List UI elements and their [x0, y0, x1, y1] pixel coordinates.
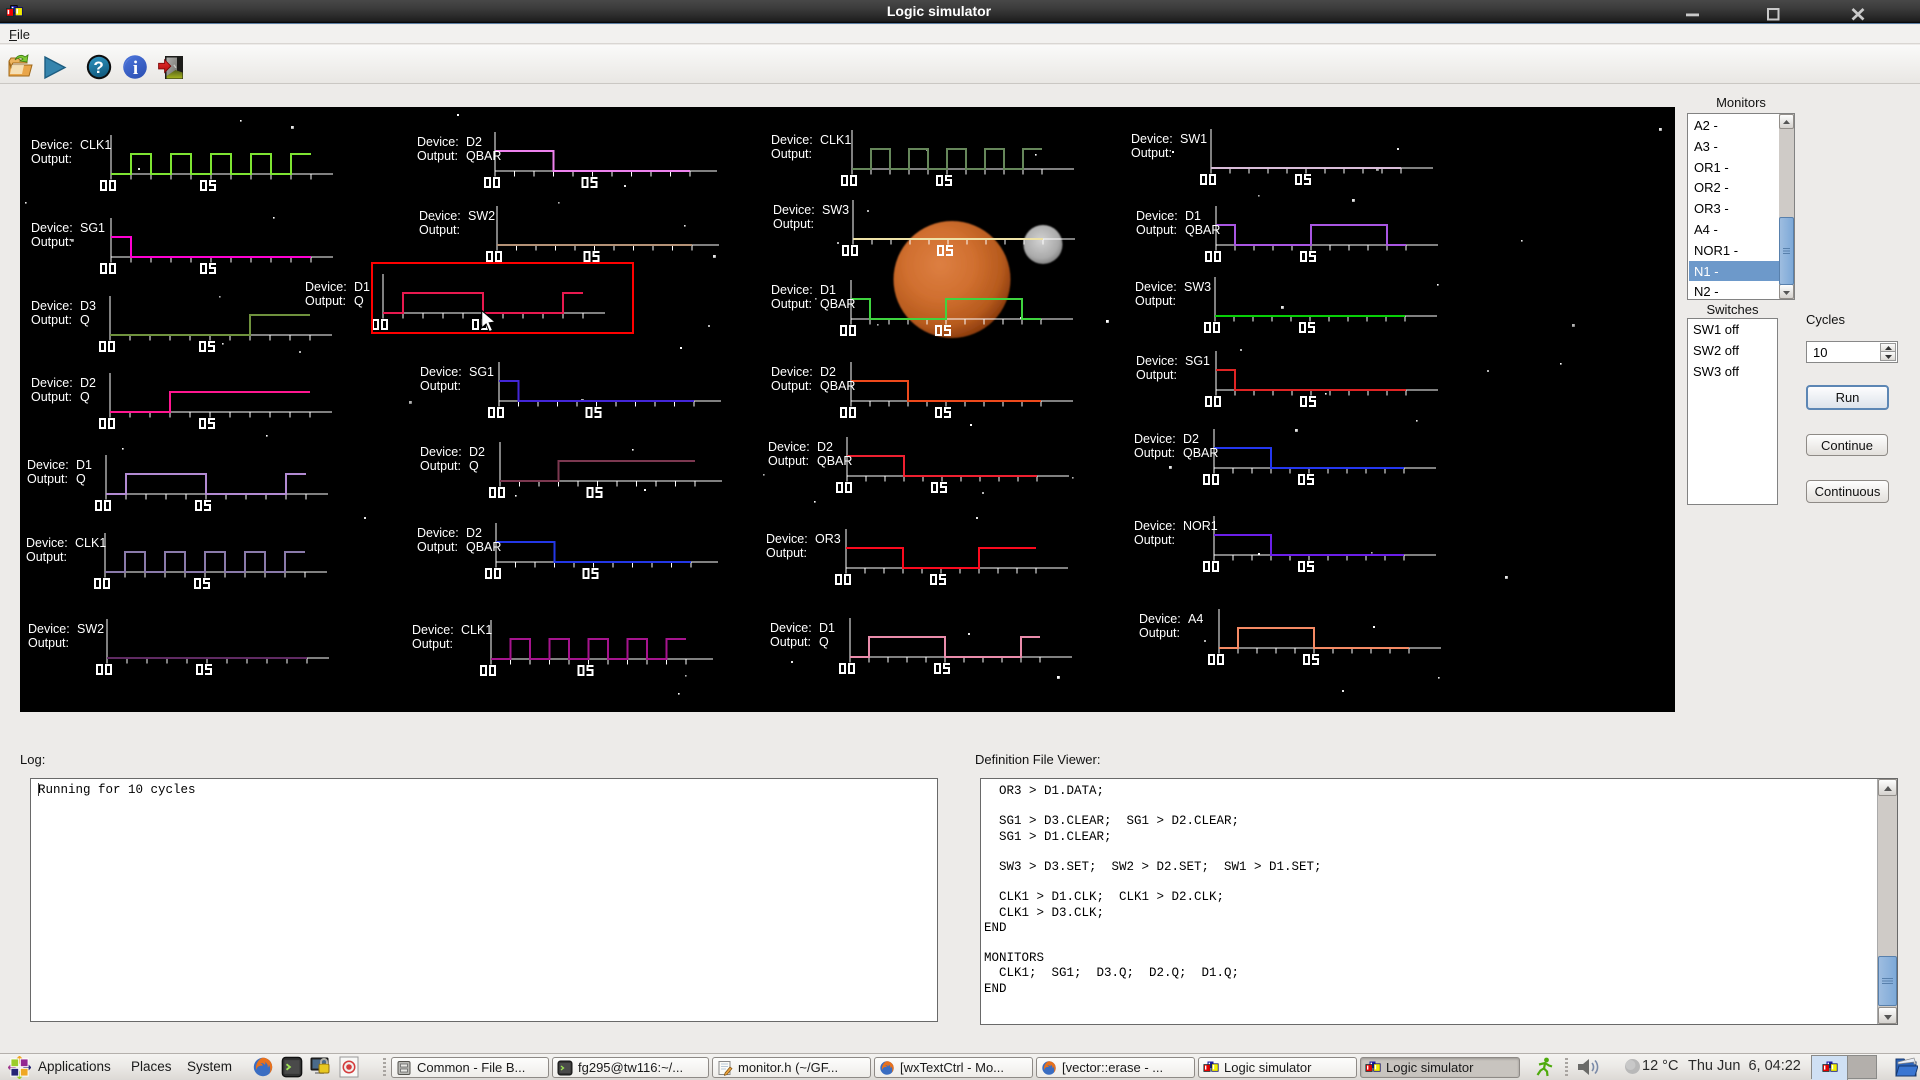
svg-text:D2: D2 [1183, 432, 1199, 446]
svg-text:Device:: Device: [771, 283, 813, 297]
svg-text:D1: D1 [819, 621, 835, 635]
svg-text:Q: Q [819, 635, 829, 649]
svg-text:Output:: Output: [1131, 146, 1172, 160]
svg-text:D2: D2 [469, 445, 485, 459]
svg-text:Output:: Output: [26, 550, 67, 564]
svg-text:Device:: Device: [412, 623, 454, 637]
svg-text:i: i [133, 58, 138, 79]
svg-text:QBAR: QBAR [820, 297, 855, 311]
svg-text:Output:: Output: [420, 459, 461, 473]
svg-text:SW3: SW3 [822, 203, 849, 217]
svg-text:D1: D1 [76, 458, 92, 472]
svg-text:Device:: Device: [420, 445, 462, 459]
svg-text:Output:: Output: [31, 152, 72, 166]
svg-text:D2: D2 [466, 135, 482, 149]
svg-text:D2: D2 [817, 440, 833, 454]
svg-text:QBAR: QBAR [817, 454, 852, 468]
svg-text:Q: Q [80, 390, 90, 404]
svg-text:Output:: Output: [770, 635, 811, 649]
svg-text:Output:: Output: [412, 637, 453, 651]
svg-text:Device:: Device: [1135, 280, 1177, 294]
svg-text:Device:: Device: [27, 458, 69, 472]
svg-text:OR3: OR3 [815, 532, 841, 546]
svg-text:D1: D1 [354, 280, 370, 294]
svg-text:Device:: Device: [305, 280, 347, 294]
svg-text:QBAR: QBAR [1185, 223, 1220, 237]
svg-text:QBAR: QBAR [466, 540, 501, 554]
svg-text:Q: Q [80, 313, 90, 327]
svg-text:CLK1: CLK1 [461, 623, 492, 637]
svg-text:A4: A4 [1188, 612, 1203, 626]
svg-text:QBAR: QBAR [1183, 446, 1218, 460]
svg-text:D2: D2 [80, 376, 96, 390]
svg-text:Output:: Output: [305, 294, 346, 308]
svg-text:Device:: Device: [1136, 209, 1178, 223]
svg-text:QBAR: QBAR [820, 379, 855, 393]
svg-text:Device:: Device: [419, 209, 461, 223]
svg-text:Device:: Device: [26, 536, 68, 550]
svg-text:Device:: Device: [31, 299, 73, 313]
svg-text:CLK1: CLK1 [80, 138, 111, 152]
svg-text:Device:: Device: [31, 138, 73, 152]
svg-text:D1: D1 [820, 283, 836, 297]
svg-text:?: ? [93, 58, 103, 77]
svg-text:Output:: Output: [31, 390, 72, 404]
svg-text:Device:: Device: [1131, 132, 1173, 146]
svg-text:Output:: Output: [28, 636, 69, 650]
svg-text:NOR1: NOR1 [1183, 519, 1218, 533]
svg-text:SG1: SG1 [80, 221, 105, 235]
svg-text:D3: D3 [80, 299, 96, 313]
svg-text:D2: D2 [820, 365, 836, 379]
svg-text:SG1: SG1 [1185, 354, 1210, 368]
svg-text:CLK1: CLK1 [75, 536, 106, 550]
svg-text:Device:: Device: [768, 440, 810, 454]
svg-text:Output:: Output: [773, 217, 814, 231]
svg-text:Output:: Output: [417, 149, 458, 163]
svg-text:Output:: Output: [31, 313, 72, 327]
svg-text:Output:: Output: [1134, 533, 1175, 547]
svg-text:Output:: Output: [771, 147, 812, 161]
svg-text:Output:: Output: [27, 472, 68, 486]
svg-text:SW2: SW2 [468, 209, 495, 223]
svg-text:Device:: Device: [766, 532, 808, 546]
svg-text:Output:: Output: [1134, 446, 1175, 460]
svg-text:Device:: Device: [1139, 612, 1181, 626]
svg-text:Output:: Output: [1135, 294, 1176, 308]
svg-text:SW1: SW1 [1180, 132, 1207, 146]
svg-text:QBAR: QBAR [466, 149, 501, 163]
svg-text:Output:: Output: [771, 379, 812, 393]
svg-text:Device:: Device: [31, 221, 73, 235]
svg-text:SG1: SG1 [469, 365, 494, 379]
svg-text:Device:: Device: [773, 203, 815, 217]
svg-text:Device:: Device: [31, 376, 73, 390]
svg-text:Device:: Device: [1136, 354, 1178, 368]
svg-text:Output:: Output: [1136, 223, 1177, 237]
svg-text:Device:: Device: [420, 365, 462, 379]
svg-text:Q: Q [469, 459, 479, 473]
svg-text:Output:: Output: [417, 540, 458, 554]
svg-text:Q: Q [354, 294, 364, 308]
svg-text:Device:: Device: [417, 135, 459, 149]
svg-text:Device:: Device: [770, 621, 812, 635]
svg-text:D2: D2 [466, 526, 482, 540]
svg-text:Output:: Output: [1136, 368, 1177, 382]
svg-text:Output:: Output: [766, 546, 807, 560]
svg-text:Output:: Output: [420, 379, 461, 393]
svg-text:CLK1: CLK1 [820, 133, 851, 147]
svg-text:Device:: Device: [1134, 432, 1176, 446]
svg-text:Output:: Output: [419, 223, 460, 237]
svg-text:Device:: Device: [28, 622, 70, 636]
svg-text:Device:: Device: [417, 526, 459, 540]
svg-text:Output:: Output: [771, 297, 812, 311]
svg-text:SW3: SW3 [1184, 280, 1211, 294]
svg-text:Output:: Output: [31, 235, 72, 249]
svg-text:Output:: Output: [768, 454, 809, 468]
svg-text:Device:: Device: [771, 365, 813, 379]
svg-text:Device:: Device: [771, 133, 813, 147]
svg-text:D1: D1 [1185, 209, 1201, 223]
svg-text:Output:: Output: [1139, 626, 1180, 640]
svg-text:Device:: Device: [1134, 519, 1176, 533]
svg-text:Q: Q [76, 472, 86, 486]
svg-text:SW2: SW2 [77, 622, 104, 636]
